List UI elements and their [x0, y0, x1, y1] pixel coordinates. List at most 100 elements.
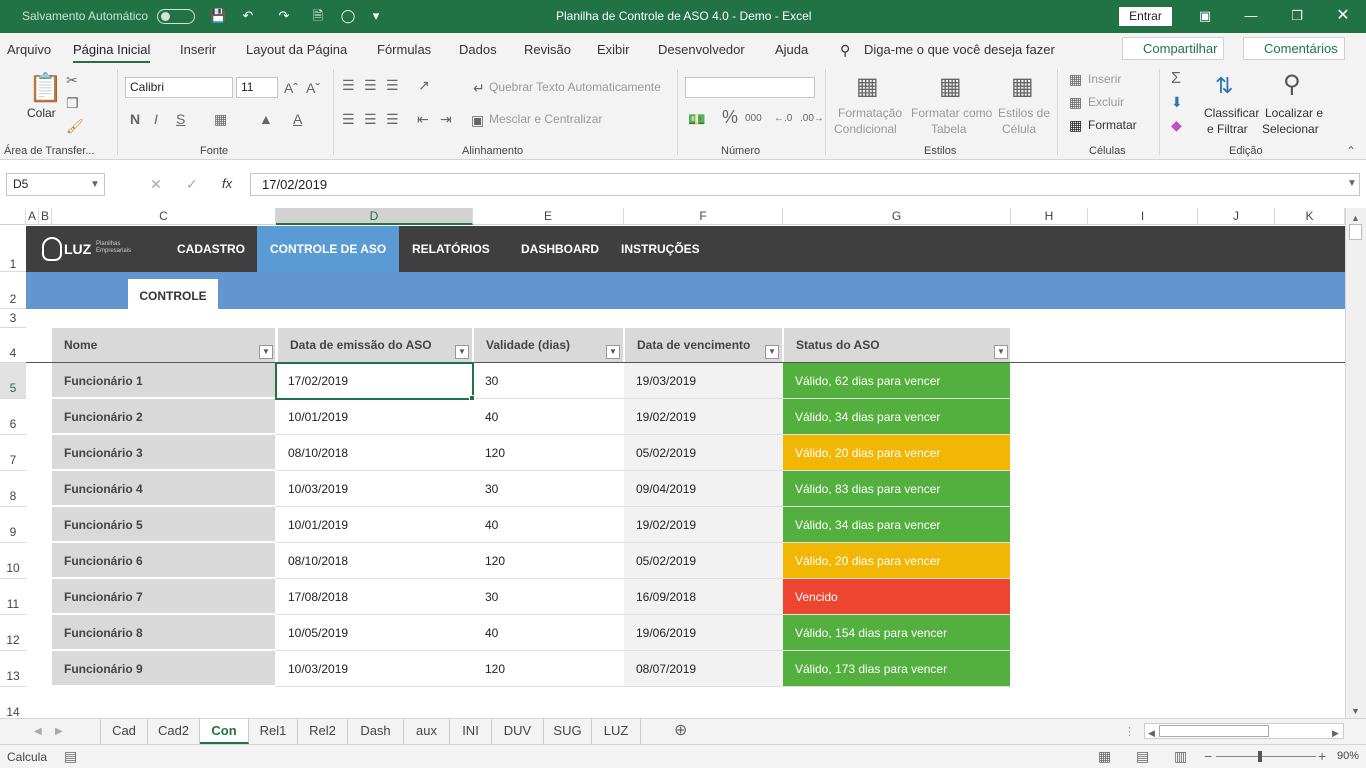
cell-name[interactable]: Funcionário 8 — [52, 615, 275, 651]
accessibility-icon[interactable]: ▤ — [64, 748, 77, 764]
page-break-view-icon[interactable]: ▥ — [1174, 748, 1187, 764]
cell-name[interactable]: Funcionário 9 — [52, 651, 275, 687]
row-header[interactable]: 9 — [0, 507, 26, 543]
filter-dropdown-icon[interactable]: ▼ — [765, 345, 779, 359]
column-header-d[interactable]: D — [276, 208, 473, 225]
sheet-tab-cad[interactable]: Cad — [100, 719, 148, 744]
cell-emissao[interactable]: 10/03/2019 — [276, 651, 473, 687]
zoom-in-icon[interactable]: + — [1318, 748, 1326, 764]
insert-cells-label[interactable]: Inserir — [1088, 72, 1121, 86]
horizontal-scrollbar[interactable]: ◀ ▶ — [1144, 723, 1344, 739]
scroll-down-icon[interactable]: ▼ — [1351, 703, 1360, 719]
nav-relatorios[interactable]: RELATÓRIOS — [399, 226, 503, 272]
cell-validade[interactable]: 30 — [473, 363, 624, 399]
share-button[interactable]: Compartilhar — [1122, 37, 1225, 60]
scroll-right-icon[interactable]: ▶ — [1332, 725, 1339, 741]
align-left-icon[interactable]: ☰ — [342, 111, 355, 127]
format-table-label-a[interactable]: Formatar como — [911, 106, 992, 120]
cell-vencimento[interactable]: 19/02/2019 — [624, 507, 783, 543]
cell-name[interactable]: Funcionário 4 — [52, 471, 275, 507]
cell-vencimento[interactable]: 09/04/2019 — [624, 471, 783, 507]
page-layout-view-icon[interactable]: ▤ — [1136, 748, 1149, 764]
row-header[interactable]: 12 — [0, 615, 26, 651]
split-handle-icon[interactable]: ⋮ — [1124, 724, 1135, 740]
cancel-icon[interactable]: ✕ — [150, 176, 162, 192]
cell-styles-label-b[interactable]: Célula — [1002, 122, 1036, 136]
filter-dropdown-icon[interactable]: ▼ — [606, 345, 620, 359]
filter-dropdown-icon[interactable]: ▼ — [259, 345, 273, 359]
font-color-icon[interactable]: A — [293, 111, 302, 127]
cell-validade[interactable]: 120 — [473, 543, 624, 579]
filter-dropdown-icon[interactable]: ▼ — [994, 345, 1008, 359]
align-right-icon[interactable]: ☰ — [386, 111, 399, 127]
delete-cells-label[interactable]: Excluir — [1088, 95, 1124, 109]
tab-desenvolvedor[interactable]: Desenvolvedor — [658, 42, 745, 57]
sheet-tab-duv[interactable]: DUV — [492, 719, 544, 744]
cell-emissao[interactable]: 08/10/2018 — [276, 435, 473, 471]
nav-dashboard[interactable]: DASHBOARD — [508, 226, 612, 272]
decrease-decimal-icon[interactable]: .00→ — [800, 111, 824, 127]
format-table-icon[interactable]: ▦ — [939, 73, 962, 101]
new-file-icon[interactable]: 🗎 — [310, 8, 326, 24]
row-header[interactable]: 4 — [0, 328, 26, 363]
font-size-select[interactable]: 11 — [236, 77, 278, 98]
align-middle-icon[interactable]: ☰ — [364, 77, 377, 93]
expand-formula-icon[interactable]: ▼ — [1347, 176, 1357, 192]
bold-icon[interactable]: N — [130, 111, 140, 127]
sheet-tab-rel1[interactable]: Rel1 — [249, 719, 298, 744]
row-header[interactable]: 3 — [0, 309, 26, 328]
column-header-h[interactable]: H — [1011, 208, 1088, 225]
sheet-tab-cad2[interactable]: Cad2 — [148, 719, 200, 744]
column-header-b[interactable]: B — [39, 208, 52, 225]
merge-center-label[interactable]: Mesclar e Centralizar — [489, 112, 602, 126]
row-header[interactable]: 6 — [0, 399, 26, 435]
restore-icon[interactable]: ❐ — [1289, 8, 1305, 24]
row-header[interactable]: 13 — [0, 651, 26, 687]
sheet-tab-con[interactable]: Con — [200, 719, 249, 744]
column-header-g[interactable]: G — [783, 208, 1011, 225]
cell-status[interactable]: Válido, 62 dias para vencer — [783, 363, 1010, 399]
row-header[interactable]: 8 — [0, 471, 26, 507]
cell-validade[interactable]: 120 — [473, 435, 624, 471]
align-center-icon[interactable]: ☰ — [364, 111, 377, 127]
cell-vencimento[interactable]: 16/09/2018 — [624, 579, 783, 615]
accounting-format-icon[interactable]: 💵 — [688, 111, 705, 127]
insert-cells-icon[interactable]: ▦ — [1069, 71, 1082, 87]
decrease-font-icon[interactable]: Aˇ — [306, 80, 320, 96]
borders-icon[interactable]: ▦ — [214, 111, 227, 127]
minimize-icon[interactable]: — — [1243, 8, 1259, 24]
font-name-select[interactable]: Calibri — [125, 77, 233, 98]
cell-emissao[interactable]: 10/01/2019 — [276, 507, 473, 543]
sheet-tab-rel2[interactable]: Rel2 — [298, 719, 348, 744]
row-header[interactable]: 2 — [0, 272, 26, 309]
cell-styles-label-a[interactable]: Estilos de — [998, 106, 1050, 120]
format-cells-label[interactable]: Formatar — [1088, 118, 1137, 132]
cell-name[interactable]: Funcionário 5 — [52, 507, 275, 543]
clear-icon[interactable]: ◆ — [1171, 117, 1182, 133]
cell-validade[interactable]: 120 — [473, 651, 624, 687]
column-header-i[interactable]: I — [1088, 208, 1198, 225]
sheet-tab-aux[interactable]: aux — [404, 719, 450, 744]
format-cells-icon[interactable]: ▦ — [1069, 117, 1082, 133]
cell-vencimento[interactable]: 05/02/2019 — [624, 543, 783, 579]
name-box-dropdown-icon[interactable]: ▼ — [90, 177, 100, 193]
subtab-controle[interactable]: CONTROLE — [128, 279, 218, 309]
delete-cells-icon[interactable]: ▦ — [1069, 94, 1082, 110]
scroll-left-icon[interactable]: ◀ — [1148, 725, 1155, 741]
cell-vencimento[interactable]: 19/06/2019 — [624, 615, 783, 651]
find-select-label-b[interactable]: Selecionar — [1262, 122, 1319, 136]
column-header-f[interactable]: F — [624, 208, 783, 225]
sheet-tab-luz[interactable]: LUZ — [592, 719, 641, 744]
cut-icon[interactable]: ✂ — [66, 72, 78, 88]
align-top-icon[interactable]: ☰ — [342, 77, 355, 93]
format-table-label-b[interactable]: Tabela — [931, 122, 966, 136]
cell-status[interactable]: Vencido — [783, 579, 1010, 615]
customize-toolbar-icon[interactable]: ▾ — [368, 8, 384, 24]
copy-icon[interactable]: ❐ — [66, 95, 79, 111]
nav-instrucoes[interactable]: INSTRUÇÕES — [608, 226, 713, 272]
vertical-scroll-thumb[interactable] — [1349, 224, 1362, 240]
tab-dados[interactable]: Dados — [459, 42, 497, 57]
increase-indent-icon[interactable]: ⇥ — [440, 111, 452, 127]
cell-name[interactable]: Funcionário 2 — [52, 399, 275, 435]
collapse-ribbon-icon[interactable]: ⌃ — [1346, 143, 1356, 159]
